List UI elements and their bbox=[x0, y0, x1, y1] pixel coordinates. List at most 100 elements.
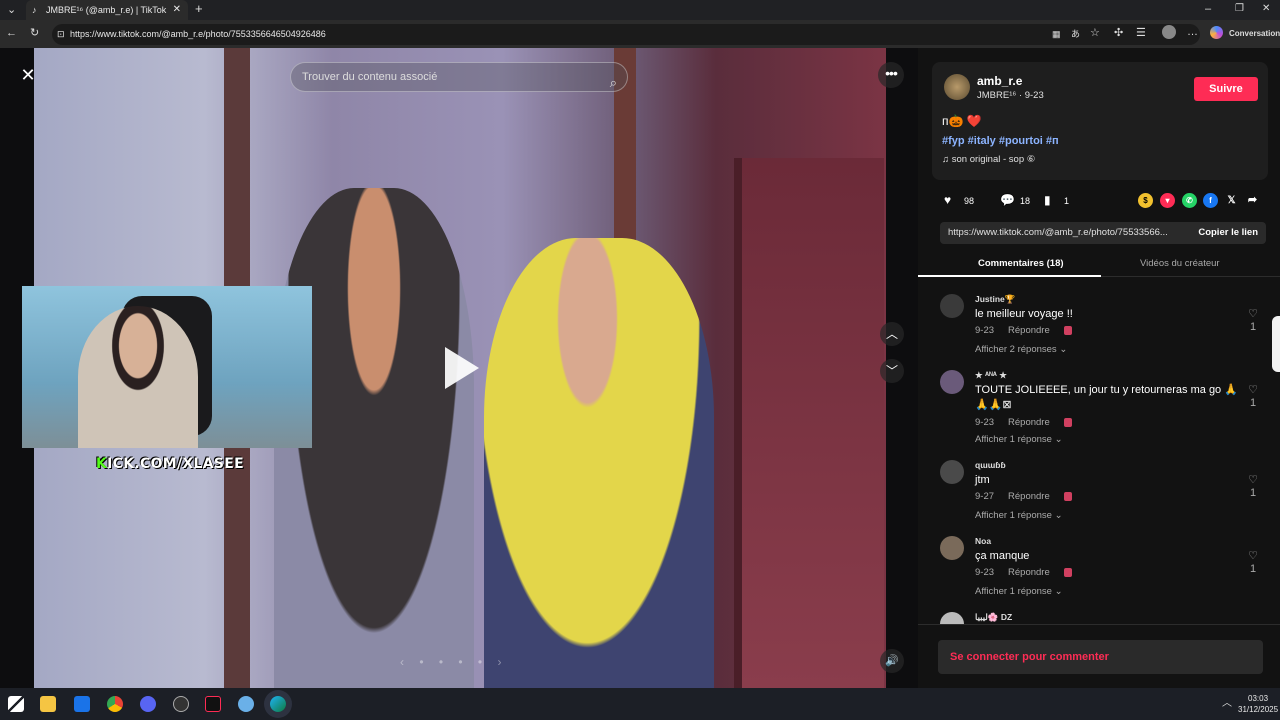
windows-taskbar: ︿ 03:03 31/12/2025 bbox=[0, 688, 1280, 720]
tab-creator-videos[interactable]: Vidéos du créateur bbox=[1140, 258, 1220, 269]
back-icon[interactable]: ← bbox=[6, 26, 17, 40]
browser-menu-icon[interactable]: … bbox=[1187, 25, 1198, 39]
post-hashtags[interactable]: #fyp #italy #pourtoi #ᴨ bbox=[942, 135, 1059, 147]
author-username[interactable]: amb_r.e bbox=[977, 74, 1022, 88]
heart-icon: ♥ bbox=[944, 193, 952, 207]
site-info-icon[interactable]: ⊡ bbox=[57, 24, 65, 45]
kick-channel-watermark: KICK.COM/XLASEE bbox=[96, 456, 244, 472]
heart-outline-icon: ♡ bbox=[1248, 550, 1258, 562]
avatar[interactable] bbox=[940, 460, 964, 484]
slide-indicator-dots[interactable]: ‹ • • • • › bbox=[400, 655, 507, 669]
browser-tab[interactable]: ♪ JMBRE¹⁶ (@amb_r.e) | TikTok ✕ bbox=[26, 0, 188, 20]
share-arrow-icon[interactable]: ➦ bbox=[1245, 193, 1260, 208]
show-replies-button[interactable]: Afficher 1 réponse ⌄ bbox=[975, 434, 1063, 445]
system-clock[interactable]: 03:03 31/12/2025 bbox=[1238, 693, 1278, 715]
login-to-comment-button[interactable]: Se connecter pour commenter bbox=[938, 640, 1263, 674]
comment-author[interactable]: ★ ᴬᴺᴬ ★ bbox=[975, 370, 1007, 381]
url-field[interactable]: ⊡ https://www.tiktok.com/@amb_r.e/photo/… bbox=[52, 24, 1200, 45]
discord-icon[interactable] bbox=[140, 696, 156, 712]
comment-stat[interactable]: 💬 18 bbox=[1000, 194, 1030, 207]
favorite-star-icon[interactable]: ☆ bbox=[1090, 26, 1100, 40]
music-note-icon: ♫ bbox=[942, 154, 952, 165]
translate-icon[interactable]: あ bbox=[1071, 27, 1080, 41]
file-explorer-icon[interactable] bbox=[40, 696, 56, 712]
search-icon[interactable]: ⌕ bbox=[610, 69, 617, 97]
coin-share-icon[interactable]: $ bbox=[1138, 193, 1153, 208]
post-music[interactable]: ♫ son original - sop ⑥ bbox=[942, 154, 1035, 165]
profile-avatar-icon[interactable] bbox=[1162, 25, 1176, 39]
comment-like[interactable]: ♡ 1 bbox=[1246, 384, 1260, 410]
repost-share-icon[interactable]: ▾ bbox=[1160, 193, 1175, 208]
minimize-icon[interactable]: – bbox=[1205, 2, 1211, 16]
copilot-icon[interactable] bbox=[1210, 26, 1223, 39]
previous-post-icon[interactable]: ︿ bbox=[880, 322, 904, 346]
start-icon[interactable] bbox=[8, 696, 24, 712]
red-door bbox=[734, 158, 884, 688]
tray-chevron-icon[interactable]: ︿ bbox=[1222, 697, 1232, 711]
like-stat[interactable]: ♥ 98 bbox=[944, 194, 974, 207]
facebook-share-icon[interactable]: f bbox=[1203, 193, 1218, 208]
next-post-icon[interactable]: ﹀ bbox=[880, 359, 904, 383]
maximize-icon[interactable]: ❐ bbox=[1235, 2, 1244, 16]
tab-comments[interactable]: Commentaires (18) bbox=[978, 258, 1064, 269]
more-options-icon[interactable]: ••• bbox=[878, 62, 904, 88]
comment-like[interactable]: ♡ 1 bbox=[1246, 550, 1260, 576]
music-title: son original - sop ⑥ bbox=[951, 154, 1036, 165]
save-stat[interactable]: ▮ 1 bbox=[1044, 194, 1069, 207]
heart-outline-icon: ♡ bbox=[1248, 474, 1258, 486]
side-panel-handle[interactable] bbox=[1272, 316, 1280, 372]
reply-button[interactable]: Répondre bbox=[1008, 491, 1050, 502]
panel-tabs: Commentaires (18) Vidéos du créateur bbox=[918, 253, 1280, 277]
comment-author[interactable]: Noa bbox=[975, 536, 991, 546]
comment-author[interactable]: ɋɯɯɓɓ bbox=[975, 460, 1006, 470]
clock-time: 03:03 bbox=[1248, 694, 1269, 703]
play-icon[interactable] bbox=[445, 347, 479, 389]
window-close-icon[interactable]: ✕ bbox=[1262, 2, 1270, 16]
comment-meta: 9-23 Répondre bbox=[975, 325, 1072, 336]
extensions-icon[interactable]: ✣ bbox=[1114, 26, 1123, 40]
x-share-icon[interactable]: 𝕏 bbox=[1224, 193, 1239, 208]
show-replies-button[interactable]: Afficher 1 réponse ⌄ bbox=[975, 586, 1063, 597]
show-replies-button[interactable]: Afficher 1 réponse ⌄ bbox=[975, 510, 1063, 521]
tab-list-icon[interactable]: ⌄ bbox=[7, 3, 16, 17]
comment-bubble-icon: 💬 bbox=[1000, 193, 1015, 207]
streamer-webcam-overlay bbox=[22, 286, 312, 448]
author-avatar[interactable] bbox=[944, 74, 970, 100]
follow-button[interactable]: Suivre bbox=[1194, 77, 1258, 101]
url-text: https://www.tiktok.com/@amb_r.e/photo/75… bbox=[70, 29, 326, 39]
mail-icon[interactable] bbox=[74, 696, 90, 712]
favorites-icon[interactable]: ☰ bbox=[1136, 26, 1146, 40]
whatsapp-share-icon[interactable]: ✆ bbox=[1182, 193, 1197, 208]
copy-link-button[interactable]: Copier le lien bbox=[1192, 222, 1258, 244]
reload-icon[interactable]: ↻ bbox=[30, 26, 39, 40]
app-icon[interactable] bbox=[238, 696, 254, 712]
comment-like[interactable]: ♡ 1 bbox=[1246, 308, 1260, 334]
reply-button[interactable]: Répondre bbox=[1008, 567, 1050, 578]
post-detail-panel: amb_r.e JMBRE¹⁶ · 9-23 Suivre ᴨ🎃 ❤️ #fyp… bbox=[918, 48, 1280, 688]
conversation-label[interactable]: Conversation bbox=[1229, 27, 1280, 41]
reply-button[interactable]: Répondre bbox=[1008, 417, 1050, 428]
comment-author[interactable]: Justine🏆 bbox=[975, 294, 1015, 305]
avatar[interactable] bbox=[940, 370, 964, 394]
chrome-icon[interactable] bbox=[107, 696, 123, 712]
creator-liked-icon bbox=[1063, 417, 1072, 427]
heart-outline-icon: ♡ bbox=[1248, 384, 1258, 396]
new-tab-icon[interactable]: + bbox=[195, 2, 203, 16]
post-link-field[interactable]: https://www.tiktok.com/@amb_r.e/photo/75… bbox=[940, 222, 1266, 244]
tiktok-icon[interactable] bbox=[205, 696, 221, 712]
avatar[interactable] bbox=[940, 294, 964, 318]
comment-text: ça manque bbox=[975, 550, 1030, 562]
comment-like[interactable]: ♡ 1 bbox=[1246, 474, 1260, 500]
comment-meta: 9-27 Répondre bbox=[975, 491, 1072, 502]
close-viewer-icon[interactable]: ✕ bbox=[16, 64, 40, 88]
volume-icon[interactable]: 🔊 bbox=[880, 649, 904, 673]
edge-icon[interactable] bbox=[270, 696, 286, 712]
app-available-icon[interactable]: ▦ bbox=[1052, 27, 1061, 41]
show-replies-button[interactable]: Afficher 2 réponses ⌄ bbox=[975, 344, 1067, 355]
close-tab-icon[interactable]: ✕ bbox=[173, 2, 181, 18]
avatar[interactable] bbox=[940, 536, 964, 560]
related-search-input[interactable]: Trouver du contenu associé ⌕ bbox=[290, 62, 628, 92]
obs-icon[interactable] bbox=[173, 696, 189, 712]
comment-author[interactable]: ليبيا🌸 DZ bbox=[975, 612, 1012, 623]
reply-button[interactable]: Répondre bbox=[1008, 325, 1050, 336]
